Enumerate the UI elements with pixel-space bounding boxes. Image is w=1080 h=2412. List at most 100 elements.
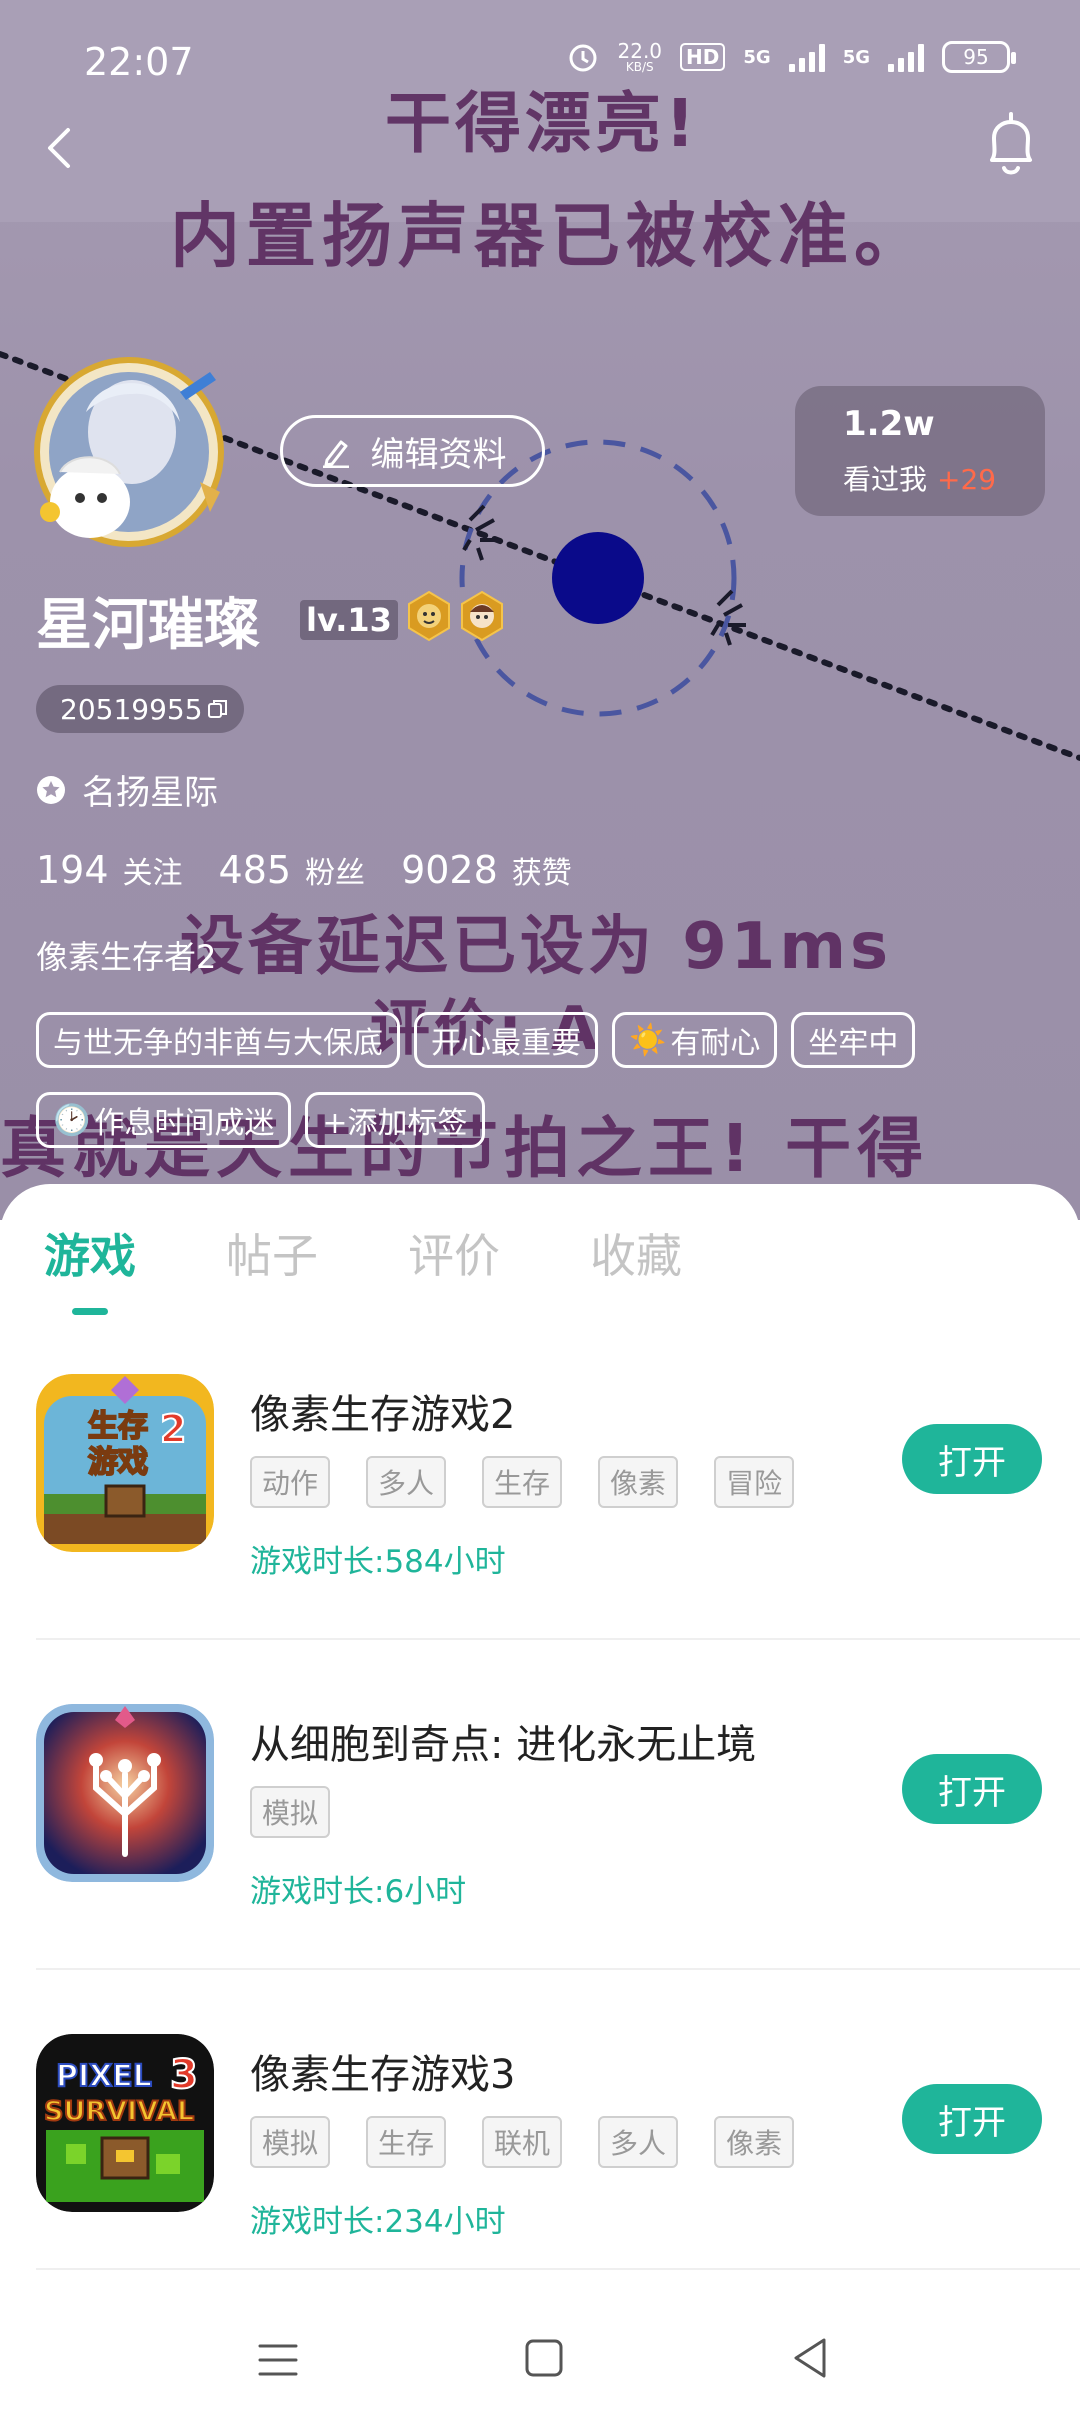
tag-text: +添加标签 (322, 1106, 468, 1141)
profile-tag[interactable]: 🕑 作息时间成迷 (36, 1092, 292, 1148)
tab-games[interactable]: 游戏 (44, 1220, 136, 1286)
bell-icon[interactable] (978, 110, 1044, 180)
star-badge-icon (37, 775, 65, 804)
open-game-button[interactable]: 打开 (902, 2084, 1042, 2154)
genre-list: 动作 多人 生存 像素 冒险 (250, 1456, 795, 1508)
game-icon-text: 生存 (88, 1409, 148, 1444)
following-count[interactable]: 194 (36, 848, 109, 892)
profile-tag[interactable]: ☀️ 有耐心 (612, 1012, 778, 1068)
genre-tag: 动作 (250, 1456, 331, 1508)
user-title: 名扬星际 (82, 773, 218, 813)
followers-label[interactable]: 粉丝 (305, 848, 365, 892)
alarm-icon (569, 44, 596, 72)
likes-count: 9028 (401, 848, 498, 892)
genre-tag: 生存 (366, 2116, 447, 2168)
genre-list: 模拟 (250, 1786, 331, 1838)
copy-icon[interactable] (207, 698, 229, 720)
game-icon[interactable] (36, 1704, 214, 1882)
tag-text: 有耐心 (670, 1026, 761, 1061)
genre-tag: 冒险 (714, 1456, 795, 1508)
genre-tag: 联机 (482, 2116, 563, 2168)
playtime-value: 6小时 (384, 1874, 467, 1910)
divider (36, 1638, 1080, 1640)
divider (36, 2268, 1080, 2270)
followers-count[interactable]: 485 (219, 848, 292, 892)
medal-icon[interactable] (458, 590, 506, 642)
playtime-label: 游戏时长: (250, 2204, 385, 2240)
visitors-line: 看过我 +29 (843, 458, 1045, 498)
status-icons: 22.0 KB/S HD 5G 5G 95 (566, 40, 1016, 74)
genre-tag: 多人 (598, 2116, 679, 2168)
game-list-item[interactable]: PIXEL SURVIVAL 3 像素生存游戏3 模拟 生存 联机 多人 像素 … (0, 2022, 1080, 2302)
following-label[interactable]: 关注 (123, 848, 183, 892)
game-icon-text: 游戏 (88, 1445, 148, 1480)
game-name[interactable]: 从细胞到奇点: 进化永无止境 (250, 1712, 756, 1770)
genre-tag: 像素 (714, 2116, 795, 2168)
game-icon-text: PIXEL (56, 2059, 152, 2094)
genre-tag: 模拟 (250, 1786, 331, 1838)
genre-tag: 像素 (598, 1456, 679, 1508)
profile-tag[interactable]: 坐牢中 (791, 1012, 916, 1068)
profile-tag[interactable]: 开心最重要 (414, 1012, 598, 1068)
clock-icon: 🕑 (53, 1102, 91, 1138)
stats-row: 194 关注 485 粉丝 9028 获赞 (36, 848, 608, 892)
profile-tag[interactable]: 与世无争的非酋与大保底 (36, 1012, 400, 1068)
visitors-card[interactable]: 1.2w 看过我 +29 (795, 386, 1045, 516)
tag-text: 作息时间成迷 (94, 1106, 275, 1141)
user-id-value: 20519955 (60, 692, 203, 726)
tab-posts[interactable]: 帖子 (226, 1220, 318, 1286)
user-bio: 像素生存者2 (36, 938, 217, 976)
add-tag-button[interactable]: +添加标签 (305, 1092, 485, 1148)
divider (36, 1968, 1080, 1970)
playtime-label: 游戏时长: (250, 1544, 385, 1580)
game-icon-number: 3 (170, 2052, 198, 2098)
game-icon-text: SURVIVAL (44, 2096, 194, 2127)
tab-reviews[interactable]: 评价 (408, 1220, 500, 1286)
content-sheet: 游戏 帖子 评价 收藏 生存 游戏 2 像素生存游戏2 动作 多人 生存 像素 … (0, 1184, 1080, 2412)
hd-icon: HD (680, 43, 726, 71)
system-navigation-bar (0, 2290, 1080, 2412)
battery-icon: 95 (942, 41, 1016, 73)
battery-level: 95 (963, 45, 989, 69)
game-icon[interactable]: PIXEL SURVIVAL 3 (36, 2034, 214, 2212)
back-triangle-icon[interactable] (790, 2336, 830, 2380)
home-square-icon[interactable] (524, 2338, 564, 2378)
pencil-icon (322, 440, 349, 468)
playtime: 游戏时长:6小时 (250, 1866, 466, 1911)
genre-tag: 模拟 (250, 2116, 331, 2168)
tag-text: 坐牢中 (808, 1026, 899, 1061)
tab-favorites[interactable]: 收藏 (590, 1220, 682, 1286)
genre-list: 模拟 生存 联机 多人 像素 (250, 2116, 795, 2168)
game-icon-number: 2 (160, 1407, 186, 1451)
visitors-label: 看过我 (843, 463, 928, 496)
playtime: 游戏时长:584小时 (250, 1536, 506, 1581)
game-icon[interactable]: 生存 游戏 2 (36, 1374, 214, 1552)
network-speed-value: 22.0 (617, 39, 663, 63)
tab-indicator (72, 1308, 108, 1315)
visitors-delta: +29 (937, 463, 997, 496)
playtime-value: 584小时 (384, 1544, 506, 1580)
level-badge: lv.13 (300, 600, 398, 640)
genre-tag: 生存 (482, 1456, 563, 1508)
tag-text: 开心最重要 (431, 1026, 581, 1061)
status-bar: 22:07 22.0 KB/S HD 5G 5G 95 (0, 0, 1080, 120)
edit-profile-label: 编辑资料 (370, 434, 507, 475)
menu-icon[interactable] (258, 2340, 298, 2380)
network-speed: 22.0 KB/S (618, 41, 663, 73)
game-list-item[interactable]: 生存 游戏 2 像素生存游戏2 动作 多人 生存 像素 冒险 游戏时长:584小… (0, 1362, 1080, 1642)
edit-profile-button[interactable]: 编辑资料 (280, 415, 545, 487)
sun-icon: ☀️ (629, 1022, 667, 1058)
user-id-chip[interactable]: 20519955 (36, 685, 244, 733)
avatar[interactable] (20, 352, 238, 552)
game-list-item[interactable]: 从细胞到奇点: 进化永无止境 模拟 游戏时长:6小时 打开 (0, 1692, 1080, 1972)
user-title-row: 名扬星际 (36, 765, 218, 814)
open-game-button[interactable]: 打开 (902, 1754, 1042, 1824)
game-name[interactable]: 像素生存游戏3 (250, 2042, 515, 2100)
game-name[interactable]: 像素生存游戏2 (250, 1382, 515, 1440)
chevron-left-icon[interactable] (34, 118, 84, 178)
username: 星河璀璨 (36, 593, 260, 658)
medal-icon[interactable] (405, 590, 453, 642)
playtime: 游戏时长:234小时 (250, 2196, 506, 2241)
status-time: 22:07 (84, 40, 194, 84)
open-game-button[interactable]: 打开 (902, 1424, 1042, 1494)
